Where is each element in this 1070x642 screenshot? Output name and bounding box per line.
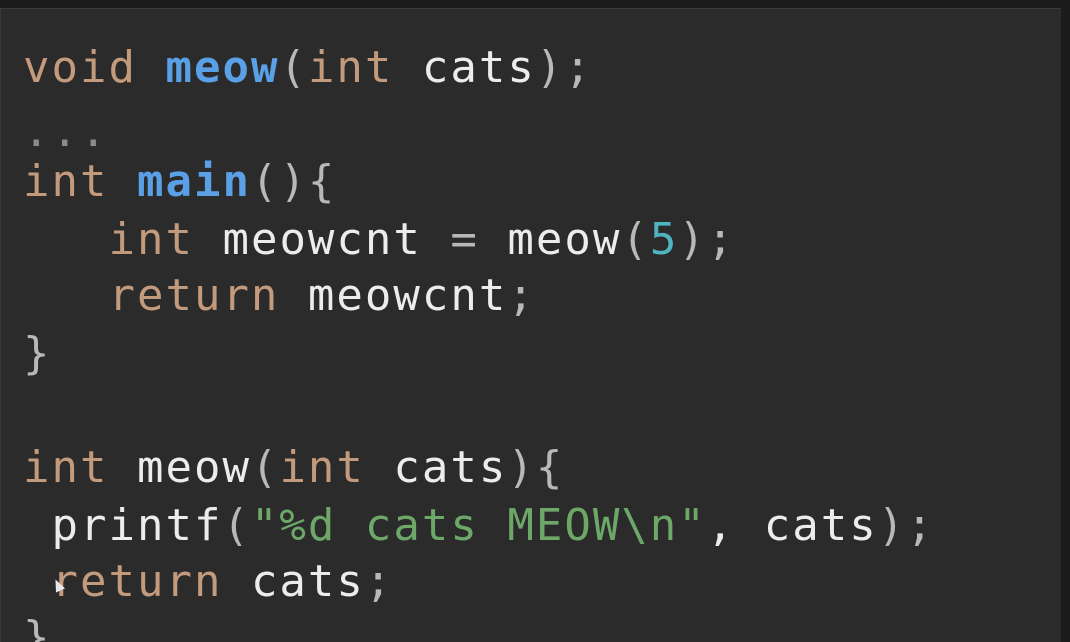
code-line: return meowcnt; xyxy=(23,267,536,324)
code-token: ; xyxy=(364,556,394,607)
code-token: ( xyxy=(621,214,650,265)
code-line: int meow(int cats){ xyxy=(23,439,564,496)
code-line: } xyxy=(23,325,52,382)
code-line: printf("%d cats MEOW\n", cats); xyxy=(23,497,935,554)
code-token: int xyxy=(23,156,109,207)
code-line: } xyxy=(23,609,52,642)
code-token: return xyxy=(51,556,223,607)
code-token: = xyxy=(450,214,479,265)
screen: void meow(int cats);... int main(){ int m… xyxy=(0,0,1070,642)
code-token: void xyxy=(23,42,137,93)
code-token: 5 xyxy=(649,214,679,265)
code-token: meow xyxy=(478,214,622,265)
code-editor[interactable]: void meow(int cats);... int main(){ int m… xyxy=(0,8,1061,642)
code-token: main xyxy=(136,156,251,207)
code-token: } xyxy=(23,612,52,642)
code-token: ; xyxy=(507,270,536,321)
code-token: ( xyxy=(222,500,251,551)
code-line: return cats; xyxy=(23,553,393,610)
code-token: ); xyxy=(535,42,593,93)
code-token: ); xyxy=(877,500,935,551)
code-token: printf xyxy=(23,500,223,551)
code-token: return xyxy=(108,270,280,321)
code-token: int xyxy=(279,442,365,493)
code-token: int xyxy=(23,442,109,493)
code-token: ); xyxy=(678,214,736,265)
code-token: "%d cats MEOW\n" xyxy=(250,500,707,551)
code-token: meowcnt xyxy=(193,214,451,265)
code-token: int xyxy=(108,214,194,265)
code-token: (){ xyxy=(250,156,337,207)
code-token: meowcnt xyxy=(279,270,508,321)
code-line: int meowcnt = meow(5); xyxy=(23,211,735,268)
code-token: meow xyxy=(165,42,280,93)
code-token: , cats xyxy=(706,500,878,551)
code-token: ){ xyxy=(507,442,565,493)
code-token: ( xyxy=(279,42,308,93)
code-token: ... xyxy=(23,106,109,157)
code-token: ( xyxy=(250,442,280,493)
code-token: cats xyxy=(222,556,365,607)
code-token: int xyxy=(307,42,394,93)
code-token: cats xyxy=(364,442,508,493)
code-line: void meow(int cats); xyxy=(23,39,593,96)
code-line: int main(){ xyxy=(23,153,336,210)
code-token: meow xyxy=(108,442,251,493)
code-token: cats xyxy=(393,42,536,93)
code-token: } xyxy=(23,328,52,379)
code-line: ... xyxy=(23,103,108,160)
